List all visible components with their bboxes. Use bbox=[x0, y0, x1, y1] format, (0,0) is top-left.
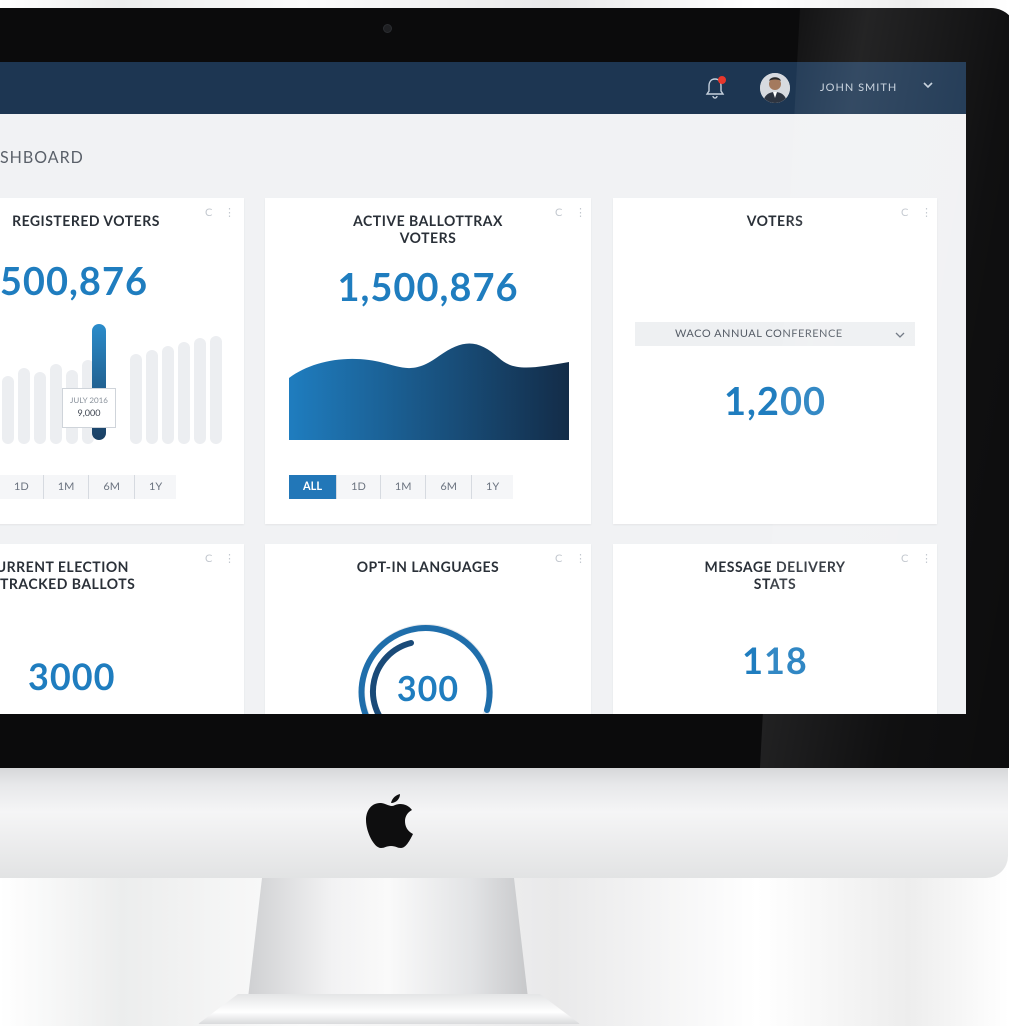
card-message-delivery: MESSAGE DELIVERY STATS C ⋮ 118 bbox=[613, 544, 937, 714]
avatar-image bbox=[760, 73, 790, 103]
card-title-line2: TRACKED BALLOTS bbox=[0, 575, 136, 592]
card-value: 300 bbox=[396, 668, 460, 709]
range-1m[interactable]: 1M bbox=[43, 475, 90, 499]
chart-tooltip: JULY 2016 9,000 bbox=[62, 388, 116, 428]
chevron-down-icon[interactable] bbox=[922, 79, 934, 91]
tooltip-value: 9,000 bbox=[77, 407, 101, 418]
avatar[interactable] bbox=[760, 73, 790, 103]
range-1y[interactable]: 1Y bbox=[134, 475, 177, 499]
card-value: ,500,876 bbox=[0, 258, 149, 304]
refresh-icon[interactable]: C bbox=[205, 552, 212, 565]
range-1d[interactable]: 1D bbox=[0, 475, 44, 499]
card-title: VOTERS bbox=[746, 212, 804, 229]
range-selector: ALL 1D 1M 6M 1Y bbox=[289, 475, 514, 499]
conference-dropdown[interactable]: WACO ANNUAL CONFERENCE bbox=[635, 322, 915, 346]
top-navigation-bar: JOHN SMITH bbox=[0, 62, 966, 114]
kebab-menu-icon[interactable]: ⋮ bbox=[575, 206, 586, 219]
card-title-line2: VOTERS bbox=[399, 229, 457, 246]
kebab-menu-icon[interactable]: ⋮ bbox=[224, 206, 235, 219]
card-title: OPT-IN LANGUAGES bbox=[356, 558, 500, 575]
monitor-stand-neck bbox=[248, 878, 528, 998]
dropdown-value: WACO ANNUAL CONFERENCE bbox=[675, 327, 843, 340]
range-1y[interactable]: 1Y bbox=[472, 475, 514, 499]
dashboard-screen: JOHN SMITH SHBOARD REGISTERED VOTERS C ⋮… bbox=[0, 62, 966, 714]
range-all[interactable]: ALL bbox=[289, 475, 338, 499]
range-1d[interactable]: 1D bbox=[337, 475, 381, 499]
card-opt-in-languages: OPT-IN LANGUAGES C ⋮ 300 bbox=[265, 544, 591, 714]
card-title: REGISTERED VOTERS bbox=[12, 212, 160, 229]
monitor-stand-base bbox=[198, 994, 580, 1024]
range-6m[interactable]: 6M bbox=[89, 475, 135, 499]
range-1m[interactable]: 1M bbox=[380, 475, 427, 499]
card-active-ballottrax-voters: ACTIVE BALLOTTRAX VOTERS C ⋮ 1,500,876 A… bbox=[265, 198, 591, 524]
range-6m[interactable]: 6M bbox=[426, 475, 473, 499]
card-title-line2: STATS bbox=[753, 575, 797, 592]
card-registered-voters: REGISTERED VOTERS C ⋮ ,500,876 JULY 2016… bbox=[0, 198, 244, 524]
refresh-icon[interactable]: C bbox=[555, 552, 562, 565]
active-area-chart bbox=[289, 343, 569, 440]
page-title: SHBOARD bbox=[0, 148, 84, 167]
card-title-line1: CURRENT ELECTION bbox=[0, 558, 129, 575]
card-title-line1: ACTIVE BALLOTTRAX bbox=[353, 212, 503, 229]
card-value: 3000 bbox=[28, 654, 116, 698]
refresh-icon[interactable]: C bbox=[205, 206, 212, 219]
refresh-icon[interactable]: C bbox=[901, 206, 908, 219]
monitor-chin bbox=[0, 768, 1008, 878]
imac-mockup: JOHN SMITH SHBOARD REGISTERED VOTERS C ⋮… bbox=[0, 0, 1009, 1026]
refresh-icon[interactable]: C bbox=[555, 206, 562, 219]
card-value: 1,500,876 bbox=[337, 264, 519, 310]
tooltip-month: JULY 2016 bbox=[70, 395, 108, 405]
refresh-icon[interactable]: C bbox=[901, 552, 908, 565]
kebab-menu-icon[interactable]: ⋮ bbox=[921, 552, 932, 565]
card-voters: VOTERS C ⋮ WACO ANNUAL CONFERENCE 1,200 bbox=[613, 198, 937, 524]
card-value: 1,200 bbox=[723, 378, 827, 424]
card-value: 118 bbox=[742, 638, 808, 682]
kebab-menu-icon[interactable]: ⋮ bbox=[224, 552, 235, 565]
chevron-down-icon bbox=[895, 332, 905, 338]
kebab-menu-icon[interactable]: ⋮ bbox=[575, 552, 586, 565]
range-selector: 1D 1M 6M 1Y bbox=[0, 475, 177, 499]
user-name[interactable]: JOHN SMITH bbox=[820, 81, 897, 94]
notification-badge bbox=[718, 76, 726, 84]
camera-dot bbox=[383, 24, 392, 33]
card-title-line1: MESSAGE DELIVERY bbox=[704, 558, 846, 575]
kebab-menu-icon[interactable]: ⋮ bbox=[921, 206, 932, 219]
card-current-election: CURRENT ELECTION TRACKED BALLOTS C ⋮ 300… bbox=[0, 544, 244, 714]
apple-logo bbox=[366, 794, 413, 848]
